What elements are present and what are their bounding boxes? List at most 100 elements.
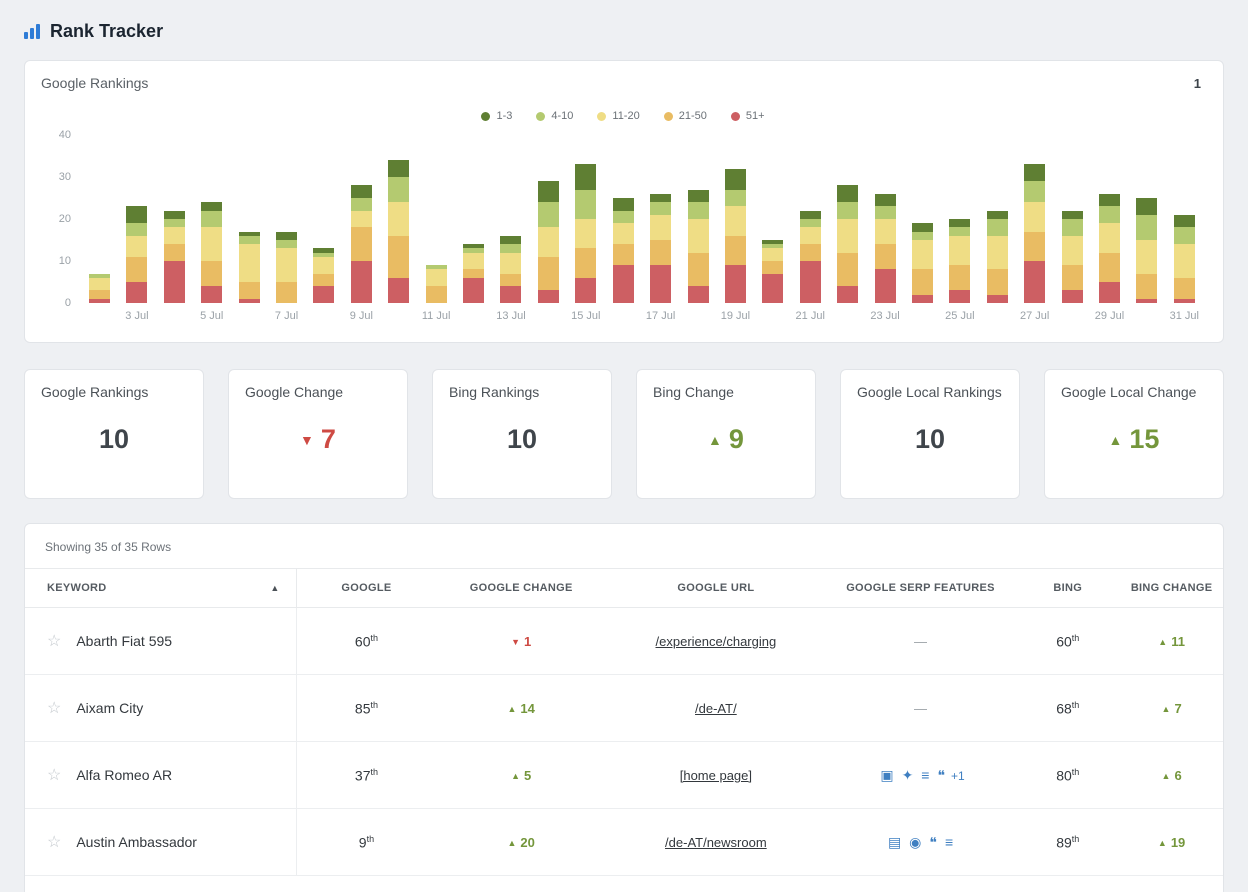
bar-slot xyxy=(688,135,709,303)
x-axis-label: 17 Jul xyxy=(646,310,675,322)
stacked-bar[interactable] xyxy=(538,135,559,303)
google-url-cell: /experience/charging xyxy=(606,633,826,649)
stacked-bar[interactable] xyxy=(1062,135,1083,303)
stacked-bar[interactable] xyxy=(800,135,821,303)
stacked-bar[interactable] xyxy=(949,135,970,303)
stacked-bar[interactable] xyxy=(762,135,783,303)
bar-segment-1-3 xyxy=(500,236,521,244)
bar-segment-4-10 xyxy=(351,198,372,211)
stacked-bar[interactable] xyxy=(912,135,933,303)
stat-card-bing-rankings: Bing Rankings10 xyxy=(432,369,612,499)
google-change-cell: ▲20 xyxy=(436,835,606,850)
google-rankings-chart-card: Google Rankings 1 1-34-1011-2021-5051+ 4… xyxy=(24,60,1224,343)
bar-segment-51- xyxy=(1062,290,1083,303)
google-url-link[interactable]: /experience/charging xyxy=(656,634,777,649)
google-rank-cell: 9th xyxy=(297,834,437,851)
stacked-bar[interactable] xyxy=(500,135,521,303)
google-url-link[interactable]: /de-AT/ xyxy=(695,701,737,716)
bar-segment-4-10 xyxy=(837,202,858,219)
star-icon[interactable]: ☆ xyxy=(47,698,61,718)
stacked-bar[interactable] xyxy=(575,135,596,303)
google-url-link[interactable]: /de-AT/newsroom xyxy=(665,835,767,850)
stacked-bar[interactable] xyxy=(388,135,409,303)
stacked-bar[interactable] xyxy=(201,135,222,303)
bar-segment-21-50 xyxy=(1024,232,1045,261)
bar-segment-21-50 xyxy=(201,261,222,286)
arrow-down-icon: ▼ xyxy=(300,432,314,448)
legend-item-21-50[interactable]: 21-50 xyxy=(664,110,707,122)
y-axis-label: 10 xyxy=(59,255,71,267)
bar-segment-11-20 xyxy=(126,236,147,257)
star-icon[interactable]: ☆ xyxy=(47,631,61,651)
bar-segment-11-20 xyxy=(725,206,746,235)
education-icon: ✦ xyxy=(902,767,914,783)
videos-icon: ▣ xyxy=(880,767,893,783)
arrow-up-icon: ▲ xyxy=(1158,838,1167,848)
google-url-link[interactable]: [home page] xyxy=(680,768,752,783)
column-header-google-serp-features[interactable]: GOOGLE SERP FEATURES xyxy=(826,582,1016,594)
column-header-google-change[interactable]: GOOGLE CHANGE xyxy=(436,582,606,594)
stacked-bar[interactable] xyxy=(875,135,896,303)
rows-count-label: Showing 35 of 35 Rows xyxy=(25,524,1223,568)
stacked-bar[interactable] xyxy=(239,135,260,303)
stacked-bar[interactable] xyxy=(164,135,185,303)
star-icon[interactable]: ☆ xyxy=(47,832,61,852)
reviews-icon: ❝ xyxy=(937,767,945,783)
bar-segment-21-50 xyxy=(500,274,521,287)
keywords-table-card: Showing 35 of 35 Rows KEYWORD▲GOOGLEGOOG… xyxy=(24,523,1224,892)
stacked-bar[interactable] xyxy=(837,135,858,303)
column-header-keyword[interactable]: KEYWORD▲ xyxy=(25,569,297,607)
bar-segment-4-10 xyxy=(1062,219,1083,236)
legend-item-4-10[interactable]: 4-10 xyxy=(536,110,573,122)
stacked-bar[interactable] xyxy=(89,135,110,303)
bar-slot xyxy=(538,135,559,303)
stacked-bar[interactable] xyxy=(126,135,147,303)
stacked-bar[interactable] xyxy=(1024,135,1045,303)
column-header-google[interactable]: GOOGLE xyxy=(297,582,437,594)
serp-more-label[interactable]: +1 xyxy=(951,769,965,783)
column-header-label: GOOGLE URL xyxy=(677,582,754,594)
bar-segment-51- xyxy=(613,265,634,303)
arrow-up-icon: ▲ xyxy=(1162,704,1171,714)
bar-segment-1-3 xyxy=(837,185,858,202)
legend-item-1-3[interactable]: 1-3 xyxy=(481,110,512,122)
stacked-bar[interactable] xyxy=(351,135,372,303)
bar-segment-1-3 xyxy=(538,181,559,202)
bar-segment-21-50 xyxy=(575,248,596,277)
star-icon[interactable]: ☆ xyxy=(47,765,61,785)
stacked-bar[interactable] xyxy=(463,135,484,303)
bar-segment-21-50 xyxy=(613,244,634,265)
stacked-bar[interactable] xyxy=(688,135,709,303)
google-change-cell: ▲5 xyxy=(436,768,606,783)
stacked-bar[interactable] xyxy=(650,135,671,303)
column-header-bing[interactable]: BING xyxy=(1015,582,1120,594)
table-header-row: KEYWORD▲GOOGLEGOOGLE CHANGE GOOGLE URL GOO… xyxy=(25,568,1223,608)
stacked-bar[interactable] xyxy=(276,135,297,303)
legend-item-51-[interactable]: 51+ xyxy=(731,110,765,122)
stacked-bar[interactable] xyxy=(1136,135,1157,303)
google-rank-cell: 85th xyxy=(297,700,437,717)
stat-number: 10 xyxy=(99,424,129,454)
stacked-bar[interactable] xyxy=(725,135,746,303)
legend-item-11-20[interactable]: 11-20 xyxy=(597,110,639,122)
stacked-bar[interactable] xyxy=(313,135,334,303)
stat-value: 10 xyxy=(41,424,187,455)
bar-segment-51- xyxy=(1136,299,1157,303)
stacked-bar[interactable] xyxy=(987,135,1008,303)
keyword-cell: ☆Abarth Fiat 595 xyxy=(25,608,297,674)
bar-segment-11-20 xyxy=(800,227,821,244)
column-header-bing-change[interactable]: BING CHANGE xyxy=(1120,582,1223,594)
bar-segment-51- xyxy=(987,295,1008,303)
bar-segment-21-50 xyxy=(912,269,933,294)
stat-label: Google Local Change xyxy=(1061,384,1207,400)
column-header-google-url[interactable]: GOOGLE URL xyxy=(606,582,826,594)
stacked-bar[interactable] xyxy=(426,135,447,303)
bar-segment-1-3 xyxy=(126,206,147,223)
bar-segment-11-20 xyxy=(89,278,110,291)
bar-slot: 23 Jul xyxy=(875,135,896,303)
bar-segment-4-10 xyxy=(613,211,634,224)
x-axis-label: 13 Jul xyxy=(496,310,525,322)
stacked-bar[interactable] xyxy=(1174,135,1195,303)
stacked-bar[interactable] xyxy=(613,135,634,303)
stacked-bar[interactable] xyxy=(1099,135,1120,303)
